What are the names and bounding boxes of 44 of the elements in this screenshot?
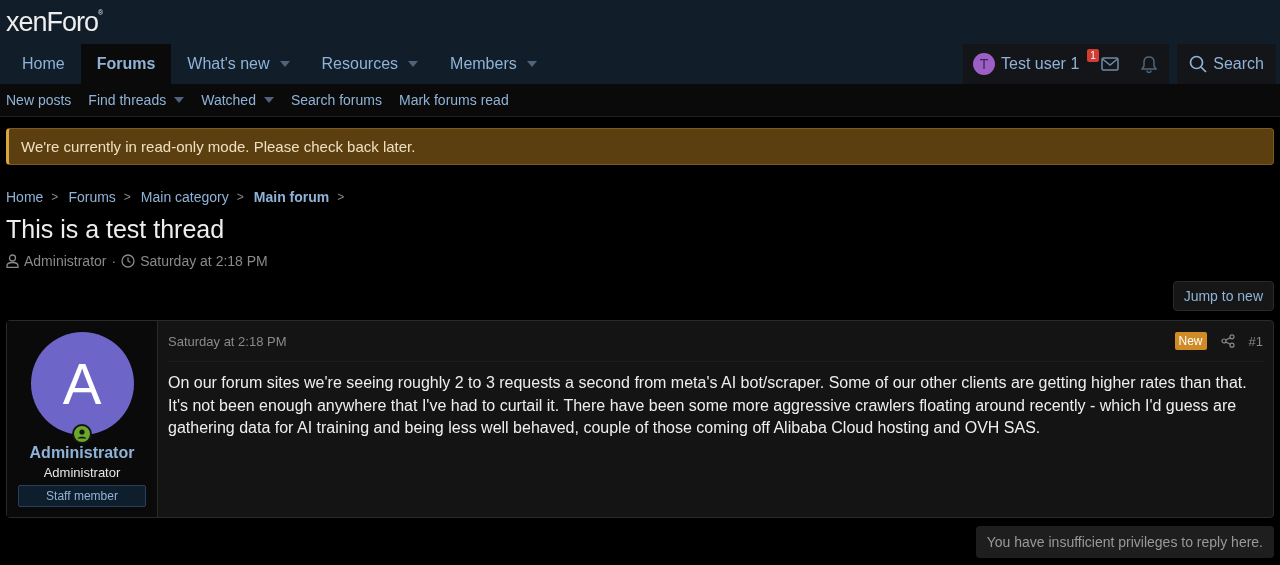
staff-banner: Staff member (18, 485, 146, 507)
envelope-icon[interactable] (1101, 57, 1120, 71)
subnav-link[interactable]: Find threads (88, 92, 185, 108)
user-link[interactable]: T Test user 1 (973, 53, 1080, 75)
breadcrumb-link[interactable]: Home (6, 189, 44, 205)
post-date[interactable]: Saturday at 2:18 PM (168, 333, 287, 349)
breadcrumb-separator: > (236, 190, 244, 204)
breadcrumb-separator: > (123, 190, 131, 204)
post-number-link[interactable]: #1 (1248, 333, 1263, 349)
breadcrumb-link[interactable]: Main category (140, 189, 229, 205)
site-logo[interactable]: xenForo$^{®}$ (6, 8, 103, 36)
meta-separator: · (111, 253, 117, 269)
nav-tab[interactable]: Resources (305, 44, 435, 84)
share-icon[interactable] (1220, 334, 1235, 348)
clock-icon (121, 254, 136, 268)
nav-tab[interactable]: What's new (171, 44, 306, 84)
username-link[interactable]: Administrator (29, 444, 135, 462)
user-avatar: T (973, 53, 996, 75)
breadcrumb-link[interactable]: Main forum (253, 189, 330, 205)
post-body: On our forum sites we're seeing roughly 2 to 3 requests a second from meta's AI bot/scraper. Some of our other clients are getting higher rates than that. It's not been enough anywhere that I've had to curtail it. There have been some more aggressive crawlers floating around recently - which I'd guess are gathering data for AI training and being less well behaved, couple of those coming off Alibaba Cloud hosting and OVH SAS. (168, 373, 1248, 438)
breadcrumb-link[interactable]: Forums (68, 189, 116, 205)
jump-to-new-button[interactable]: Jump to new (1172, 281, 1274, 311)
subnav-link[interactable]: New posts (6, 92, 72, 108)
notification-badge: 1 (1087, 49, 1099, 62)
thread-date[interactable]: Saturday at 2:18 PM (140, 253, 268, 269)
user-title: Administrator (43, 465, 121, 480)
subnav-link[interactable]: Mark forums read (398, 92, 509, 108)
breadcrumb-separator: > (337, 190, 345, 204)
user-avatar[interactable]: A (30, 332, 134, 435)
subnav-link[interactable]: Watched (201, 92, 274, 108)
thread-author[interactable]: Administrator (24, 253, 107, 269)
nav-tab[interactable]: Home (6, 44, 81, 84)
reply-notice: You have insufficient privileges to reply here. (975, 526, 1274, 558)
subnav-link[interactable]: Search forums (290, 92, 382, 108)
nav-tab[interactable]: Forums (80, 44, 172, 84)
new-label: New (1174, 332, 1207, 350)
bell-icon[interactable] (1141, 55, 1158, 73)
search-button[interactable]: Search (1177, 44, 1276, 84)
breadcrumb-separator: > (51, 190, 59, 204)
search-icon (1189, 55, 1208, 73)
nav-tab[interactable]: Members (434, 44, 553, 84)
read-only-notice: We're currently in read-only mode. Please check back later. (6, 128, 1274, 165)
person-icon (6, 254, 19, 268)
thread-title: This is a test thread (6, 215, 226, 244)
